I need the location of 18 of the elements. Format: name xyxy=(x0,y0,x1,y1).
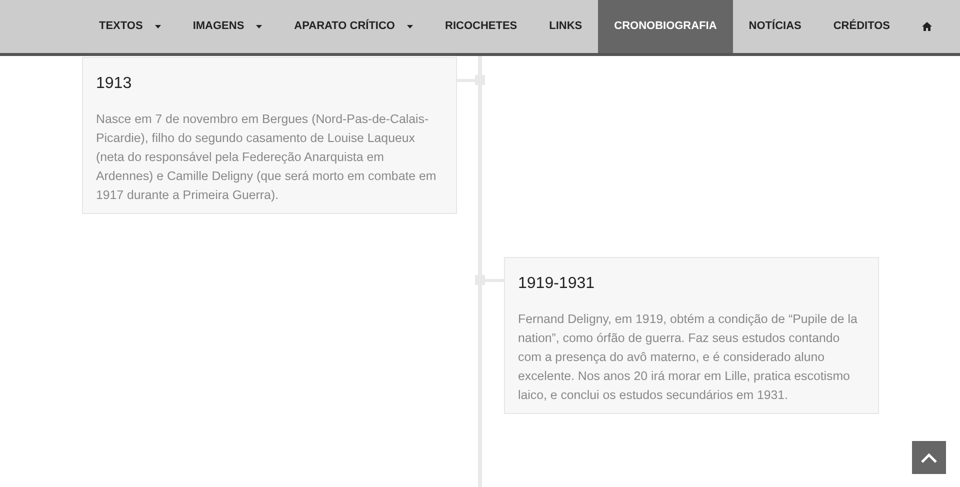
nav-link[interactable]: CRÉDITOS xyxy=(817,0,906,53)
year-heading: 1919-1931 xyxy=(518,274,596,294)
caret-down-icon xyxy=(256,24,262,28)
nav-link[interactable]: CRONOBIOGRAFIA xyxy=(598,0,733,53)
nav-link[interactable]: NOTÍCIAS xyxy=(732,0,818,53)
home-icon xyxy=(922,22,932,31)
nav-link[interactable]: IMAGENS xyxy=(176,0,278,53)
chevron-up-icon xyxy=(921,452,937,462)
caret-down-icon xyxy=(154,24,161,28)
scroll-to-top-button[interactable] xyxy=(912,441,946,474)
year-heading: 1913 xyxy=(96,74,133,94)
nav-link[interactable]: TEXTOS xyxy=(83,0,177,53)
event-description: Fernand Deligny, em 1919, obtém a condição de “Pupile de la nation”, como órfão de guerra. Faz seus estudos contando com a presença do avô materno, e é considerado aluno excelente. Nos anos 20 irá morar em Lille, pratica escotismo laico, e conclui os estudos secundários em 1931. xyxy=(518,311,858,404)
caret-down-icon xyxy=(407,24,413,28)
event-description: Nasce em 7 de novembro em Bergues (Nord-Pas-de-Calais-Picardie), filho do segundo casamento de Louise Laqueux (neta do responsável pela Federeção Anarquista em Ardennes) e Camille Deligny (que será morto em combate em 1917 durante a Primeira Guerra). xyxy=(96,111,438,204)
nav-link[interactable]: RICOCHETES xyxy=(429,0,534,53)
nav-link[interactable]: APARATO CRÍTICO xyxy=(278,0,429,53)
nav-link[interactable]: LINKS xyxy=(533,0,598,53)
